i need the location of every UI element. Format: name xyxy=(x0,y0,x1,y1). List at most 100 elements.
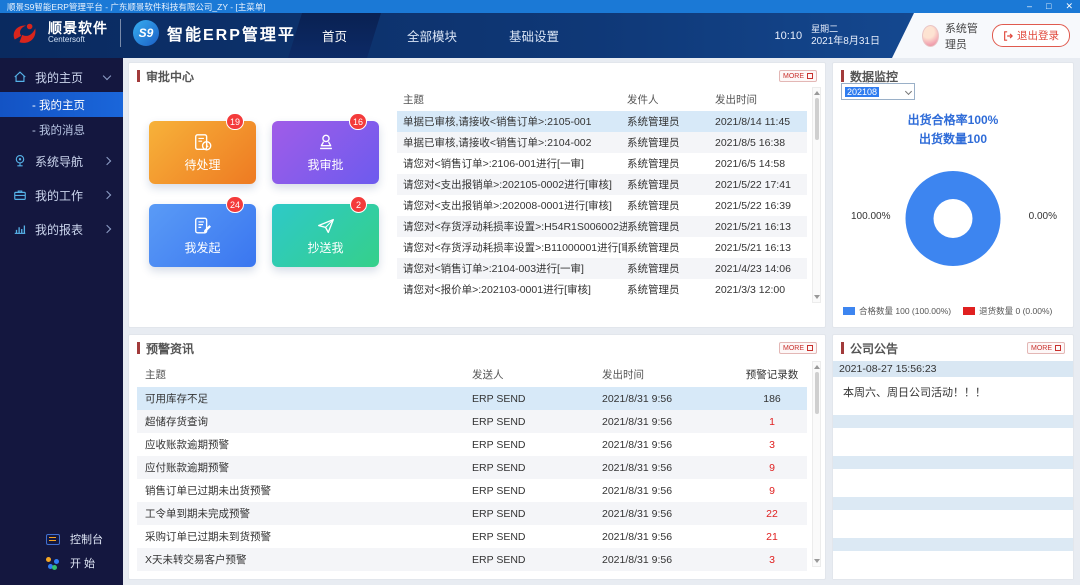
my-approvals-count-badge: 16 xyxy=(349,113,367,130)
table-row[interactable]: 请您对<销售订单>:2106-001进行[一审] 系统管理员 2021/6/5 … xyxy=(397,153,807,174)
nav-tab-all-modules[interactable]: 全部模块 xyxy=(381,13,483,58)
period-select[interactable]: 202108 xyxy=(841,83,915,100)
minimize-button[interactable]: – xyxy=(1027,0,1032,13)
doc-pen-icon xyxy=(193,216,213,236)
brand-block: 顺景软件 Centersoft S9 智能ERP管理平台 xyxy=(10,19,314,47)
paper-plane-icon xyxy=(316,216,336,236)
scroll-down-icon[interactable] xyxy=(814,559,820,563)
window-title: 顺景S9智能ERP管理平台 - 广东顺景软件科技有限公司_ZY - [主菜单] xyxy=(7,1,266,13)
approval-table: 主题 发件人 发出时间 单据已审核,请接收<销售订单>:2105-001 系统管… xyxy=(397,87,807,300)
app-header: 顺景软件 Centersoft S9 智能ERP管理平台 首页 全部模块 基础设… xyxy=(0,13,1080,58)
table-row[interactable]: 请您对<存货浮动耗损率设置>:H54R1S006002进行[审核] 系统管理员 … xyxy=(397,216,807,237)
panel-title: 数据监控 xyxy=(850,68,898,85)
table-row[interactable]: 应收账款逾期预警 ERP SEND 2021/8/31 9:56 3 xyxy=(137,433,807,456)
announcement-content[interactable]: 本周六、周日公司活动！！！ xyxy=(833,377,1073,415)
table-row[interactable]: 请您对<报价单>:202103-0001进行[审核] 系统管理员 2021/3/… xyxy=(397,279,807,300)
table-row[interactable]: 应付账款逾期预警 ERP SEND 2021/8/31 9:56 9 xyxy=(137,456,807,479)
table-row[interactable]: 请您对<支出报销单>:202008-0001进行[审核] 系统管理员 2021/… xyxy=(397,195,807,216)
table-row[interactable]: 销售订单已过期未出货预警 ERP SEND 2021/8/31 9:56 9 xyxy=(137,479,807,502)
sidebar-subitem-my-home[interactable]: - 我的主页 xyxy=(0,92,123,117)
pending-count-badge: 19 xyxy=(226,113,244,130)
s9-logo-icon: S9 xyxy=(133,20,159,46)
console-button[interactable]: 控制台 xyxy=(0,527,123,551)
title-marker xyxy=(137,70,140,82)
alerts-table-header: 主题 发送人 发出时间 预警记录数 xyxy=(137,361,807,387)
alerts-scrollbar[interactable] xyxy=(812,361,821,567)
stamp-icon xyxy=(316,133,336,153)
user-area: 系统管理员 退出登录 xyxy=(892,13,1080,58)
table-row[interactable]: 请您对<存货浮动耗损率设置>:B11000001进行[审核] 系统管理员 202… xyxy=(397,237,807,258)
table-row[interactable]: 工令单到期未完成预警 ERP SEND 2021/8/31 9:56 22 xyxy=(137,502,807,525)
alerts-more-button[interactable]: MORE xyxy=(779,342,817,354)
sidebar-item-my-reports[interactable]: 我的报表 xyxy=(0,214,123,244)
clock-weekday: 星期二 xyxy=(811,23,880,35)
tile-cc-to-me[interactable]: 2 抄送我 xyxy=(272,204,379,267)
alerts-panel: 预警资讯 MORE 主题 发送人 发出时间 预警记录数 可用库存不足 ERP S… xyxy=(128,334,826,580)
table-row[interactable]: 单据已审核,请接收<销售订单>:2104-002 系统管理员 2021/8/5 … xyxy=(397,132,807,153)
pending-doc-clock-icon xyxy=(193,133,213,153)
main-nav: 首页 全部模块 基础设置 xyxy=(288,13,585,58)
table-row[interactable]: 请您对<支出报销单>:202105-0002进行[审核] 系统管理员 2021/… xyxy=(397,174,807,195)
legend-item-returned: 退货数量 0 (0.00%) xyxy=(963,305,1052,317)
title-marker xyxy=(841,342,844,354)
table-row[interactable]: 采购订单已过期未到货预警 ERP SEND 2021/8/31 9:56 21 xyxy=(137,525,807,548)
announcement-empty-slot xyxy=(833,497,1073,510)
panel-title: 审批中心 xyxy=(146,68,194,85)
brand-subname: Centersoft xyxy=(48,36,108,45)
brand-divider xyxy=(120,19,121,47)
scrollbar-thumb[interactable] xyxy=(815,98,819,140)
donut-chart xyxy=(906,171,1001,266)
more-icon xyxy=(1055,345,1061,351)
chart-legend: 合格数量 100 (100.00%) 退货数量 0 (0.00%) xyxy=(843,305,1069,317)
tile-my-initiated[interactable]: 24 我发起 xyxy=(149,204,256,267)
cc-count-badge: 2 xyxy=(350,196,367,213)
os-titlebar: 顺景S9智能ERP管理平台 - 广东顺景软件科技有限公司_ZY - [主菜单] … xyxy=(0,0,1080,13)
logout-button[interactable]: 退出登录 xyxy=(992,24,1070,47)
sidebar-bottom: 控制台 开 始 xyxy=(0,527,123,575)
scroll-up-icon[interactable] xyxy=(814,365,820,369)
sidebar: 我的主页 - 我的主页 - 我的消息 系统导航 我的工作 我的报表 xyxy=(0,58,123,585)
centersoft-logo-icon xyxy=(10,20,40,46)
clock-date: 2021年8月31日 xyxy=(811,35,880,49)
sidebar-item-system-nav[interactable]: 系统导航 xyxy=(0,146,123,176)
table-row[interactable]: 单据已审核,请接收<销售订单>:2105-001 系统管理员 2021/8/14… xyxy=(397,111,807,132)
scroll-up-icon[interactable] xyxy=(814,91,820,95)
panel-title: 预警资讯 xyxy=(146,340,194,357)
nav-tab-basic-settings[interactable]: 基础设置 xyxy=(483,13,585,58)
legend-item-qualified: 合格数量 100 (100.00%) xyxy=(843,305,951,317)
chart-title: 出货合格率100% 出货数量100 xyxy=(833,111,1073,148)
logout-icon xyxy=(1003,31,1013,41)
data-monitor-panel: 数据监控 202108 出货合格率100% 出货数量100 100.00% 0.… xyxy=(832,62,1074,328)
chevron-right-icon xyxy=(103,157,111,165)
alerts-title-row: 预警资讯 MORE xyxy=(129,335,825,361)
clock-time: 10:10 xyxy=(775,30,803,42)
start-icon xyxy=(46,557,60,569)
maximize-button[interactable]: □ xyxy=(1046,0,1051,13)
approval-center-panel: 审批中心 MORE 19 待处理 16 我审批 24 我发起 xyxy=(128,62,826,328)
header-clock: 10:10 星期二 2021年8月31日 xyxy=(775,13,880,58)
table-row[interactable]: X天未转交易客户预警 ERP SEND 2021/8/31 9:56 3 xyxy=(137,548,807,571)
nav-tab-home[interactable]: 首页 xyxy=(288,13,381,58)
period-value: 202108 xyxy=(845,87,879,97)
title-marker xyxy=(137,342,140,354)
announcements-title-row: 公司公告 MORE xyxy=(833,335,1073,361)
sidebar-item-my-work[interactable]: 我的工作 xyxy=(0,180,123,210)
sidebar-subitem-my-messages[interactable]: - 我的消息 xyxy=(0,117,123,142)
avatar xyxy=(922,25,939,47)
tile-my-approvals[interactable]: 16 我审批 xyxy=(272,121,379,184)
table-row[interactable]: 可用库存不足 ERP SEND 2021/8/31 9:56 186 xyxy=(137,387,807,410)
table-row[interactable]: 超储存货查询 ERP SEND 2021/8/31 9:56 1 xyxy=(137,410,807,433)
scrollbar-thumb[interactable] xyxy=(815,372,819,414)
scroll-down-icon[interactable] xyxy=(814,295,820,299)
navigation-icon xyxy=(13,154,27,168)
title-marker xyxy=(841,70,844,82)
close-button[interactable]: ✕ xyxy=(1065,0,1073,13)
start-button[interactable]: 开 始 xyxy=(0,551,123,575)
table-row[interactable]: 请您对<销售订单>:2104-003进行[一审] 系统管理员 2021/4/23… xyxy=(397,258,807,279)
tile-pending[interactable]: 19 待处理 xyxy=(149,121,256,184)
approval-scrollbar[interactable] xyxy=(812,87,821,303)
sidebar-item-my-home[interactable]: 我的主页 xyxy=(0,62,123,92)
announcements-more-button[interactable]: MORE xyxy=(1027,342,1065,354)
approval-more-button[interactable]: MORE xyxy=(779,70,817,82)
approval-table-header: 主题 发件人 发出时间 xyxy=(397,87,807,111)
